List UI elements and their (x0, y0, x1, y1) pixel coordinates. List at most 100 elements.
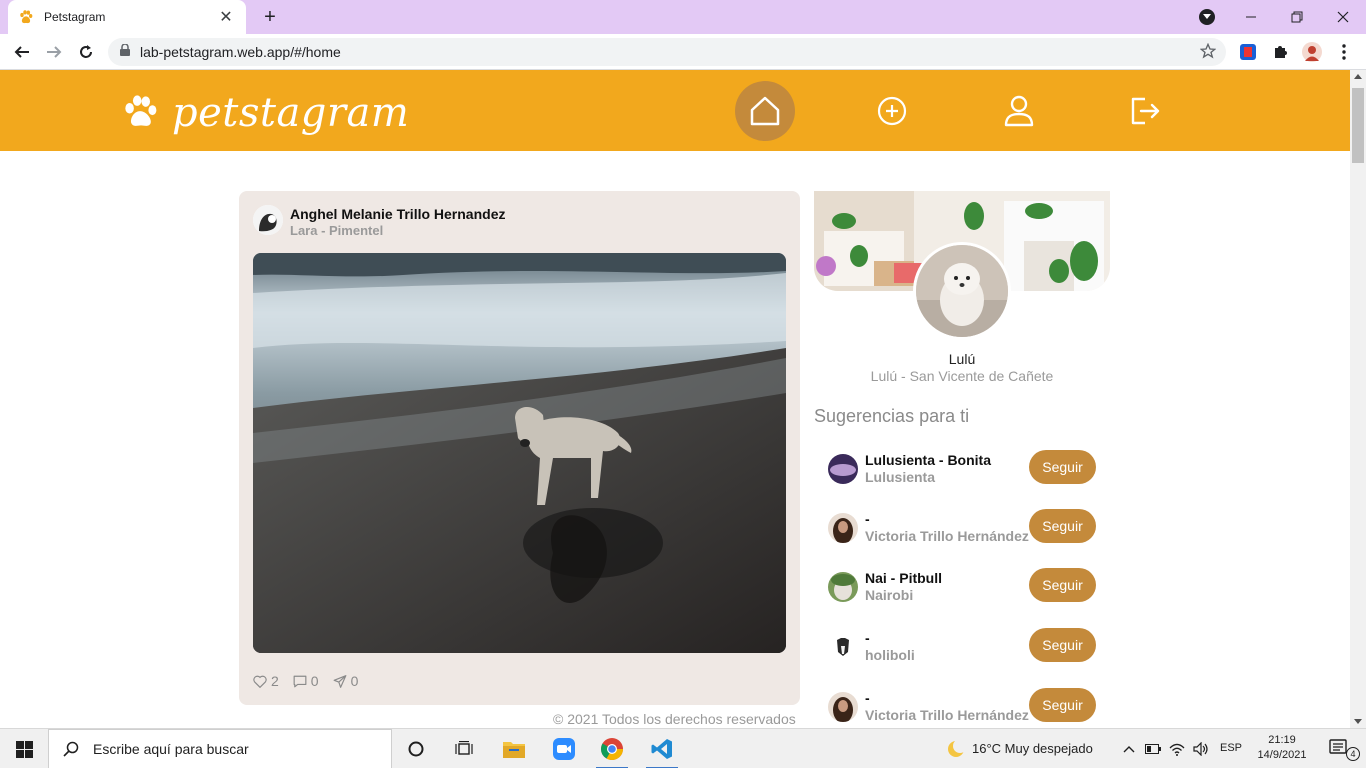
suggestion-item: - holiboli Seguir (828, 628, 1098, 668)
back-icon[interactable] (10, 40, 34, 64)
browser-toolbar: lab-petstagram.web.app/#/home (0, 34, 1366, 70)
cortana-icon[interactable] (392, 729, 440, 768)
browser-tab[interactable]: Petstagram ✕ (8, 0, 246, 34)
suggestion-item: - Victoria Trillo Hernández Seguir (828, 688, 1098, 728)
logout-icon (1131, 97, 1160, 125)
profile-icon (1004, 95, 1034, 127)
vscode-icon[interactable] (638, 729, 686, 768)
restore-icon[interactable] (1274, 0, 1320, 34)
profile-avatar[interactable] (913, 242, 1011, 340)
suggestion-name[interactable]: Nai - Pitbull (865, 570, 942, 586)
profile-subtitle: Lulú - San Vicente de Cañete (870, 368, 1054, 384)
chrome-taskbar-icon[interactable] (588, 729, 636, 768)
suggestion-avatar[interactable] (828, 572, 858, 602)
taskbar-search[interactable]: Escribe aquí para buscar (48, 729, 392, 768)
suggestion-avatar[interactable] (828, 454, 858, 484)
share-button[interactable]: 0 (333, 673, 359, 689)
send-icon (333, 674, 347, 688)
scrollbar-thumb[interactable] (1352, 88, 1364, 163)
extension-icon[interactable] (1238, 42, 1258, 62)
suggestion-name[interactable]: - (865, 630, 870, 646)
post-photo (253, 253, 786, 653)
suggestion-name[interactable]: - (865, 690, 870, 706)
weather-text[interactable]: 16°C Muy despejado (972, 741, 1093, 756)
suggestion-avatar[interactable] (828, 513, 858, 543)
scroll-up-arrow-icon[interactable] (1354, 74, 1362, 79)
volume-icon[interactable] (1189, 729, 1213, 768)
follow-button[interactable]: Seguir (1029, 509, 1096, 543)
suggestion-sub: holiboli (865, 647, 915, 663)
nav-home-button[interactable] (735, 81, 795, 141)
wifi-icon[interactable] (1165, 729, 1189, 768)
new-tab-button[interactable]: + (258, 6, 282, 28)
windows-taskbar: Escribe aquí para buscar 16°C Muy despej… (0, 728, 1366, 768)
follow-button[interactable]: Seguir (1029, 568, 1096, 602)
suggestion-item: - Victoria Trillo Hernández Seguir (828, 509, 1098, 549)
suggestion-name[interactable]: - (865, 511, 870, 527)
tab-close-icon[interactable]: ✕ (216, 7, 236, 27)
like-count: 2 (271, 673, 279, 689)
nav-profile-button[interactable] (989, 81, 1049, 141)
address-bar[interactable]: lab-petstagram.web.app/#/home (108, 38, 1226, 66)
share-count: 0 (350, 673, 359, 689)
suggestion-sub: Nairobi (865, 587, 914, 603)
file-explorer-icon[interactable] (490, 729, 538, 768)
user-avatar[interactable] (1302, 42, 1322, 62)
tab-title: Petstagram (44, 10, 106, 24)
suggestion-sub: Lulusienta (865, 469, 936, 485)
taskbar-search-placeholder: Escribe aquí para buscar (93, 741, 249, 757)
post-pet-subtitle: Lara - Pimentel (290, 223, 384, 238)
browser-profile-menu-icon[interactable] (1199, 9, 1215, 25)
forward-icon[interactable] (42, 40, 66, 64)
close-window-icon[interactable] (1320, 0, 1366, 34)
clock-time: 21:19 (1268, 734, 1296, 746)
notification-count-badge: 4 (1346, 747, 1360, 761)
suggestion-avatar[interactable] (828, 632, 858, 662)
like-button[interactable]: 2 (253, 673, 279, 689)
scroll-down-arrow-icon[interactable] (1354, 719, 1362, 724)
paw-favicon-icon (18, 9, 34, 25)
extensions-puzzle-icon[interactable] (1270, 42, 1290, 62)
post-card: Anghel Melanie Trillo Hernandez Lara - P… (239, 191, 800, 705)
suggestion-sub: Victoria Trillo Hernández (865, 528, 1029, 544)
task-view-icon[interactable] (440, 729, 488, 768)
post-author-avatar[interactable] (253, 205, 283, 235)
post-actions: 2 0 0 (253, 673, 358, 689)
reload-icon[interactable] (74, 40, 98, 64)
post-author-name[interactable]: Anghel Melanie Trillo Hernandez (290, 206, 505, 222)
clock-date: 14/9/2021 (1257, 749, 1307, 761)
follow-button[interactable]: Seguir (1029, 450, 1096, 484)
tray-chevron-up-icon[interactable] (1117, 729, 1141, 768)
home-icon (750, 96, 780, 126)
page-scrollbar[interactable] (1350, 70, 1366, 728)
profile-name: Lulú (948, 351, 976, 367)
windows-logo-icon (15, 740, 33, 758)
nav-add-post-button[interactable] (862, 81, 922, 141)
follow-button[interactable]: Seguir (1029, 628, 1096, 662)
battery-icon[interactable] (1141, 729, 1165, 768)
comment-button[interactable]: 0 (293, 673, 319, 689)
app-header: petstagram (0, 70, 1350, 151)
start-button[interactable] (0, 729, 48, 768)
nav-logout-button[interactable] (1115, 81, 1175, 141)
zoom-icon[interactable] (540, 729, 588, 768)
lock-icon (120, 43, 130, 61)
page-viewport: petstagram Anghel Melanie Trillo Hernand… (0, 70, 1350, 728)
suggestions-title: Sugerencias para ti (814, 406, 970, 426)
footer-copyright: © 2021 Todos los derechos reservados (553, 711, 796, 727)
brand-logo[interactable]: petstagram (122, 90, 409, 136)
minimize-icon[interactable] (1228, 0, 1274, 34)
chrome-menu-icon[interactable] (1334, 42, 1354, 62)
follow-button[interactable]: Seguir (1029, 688, 1096, 722)
comment-count: 0 (310, 673, 319, 689)
heart-icon (253, 675, 267, 688)
suggestion-sub: Victoria Trillo Hernández (865, 707, 1029, 723)
suggestion-avatar[interactable] (828, 692, 858, 722)
bookmark-star-icon[interactable] (1199, 42, 1217, 64)
notifications-icon[interactable]: 4 (1318, 729, 1366, 768)
language-indicator[interactable]: ESP (1220, 742, 1242, 754)
url-text: lab-petstagram.web.app/#/home (140, 44, 341, 60)
taskbar-clock[interactable]: 21:19 14/9/2021 (1250, 733, 1314, 763)
suggestion-name[interactable]: Lulusienta - Bonita (865, 452, 991, 468)
suggestion-item: Lulusienta - Bonita Lulusienta Seguir (828, 450, 1098, 490)
